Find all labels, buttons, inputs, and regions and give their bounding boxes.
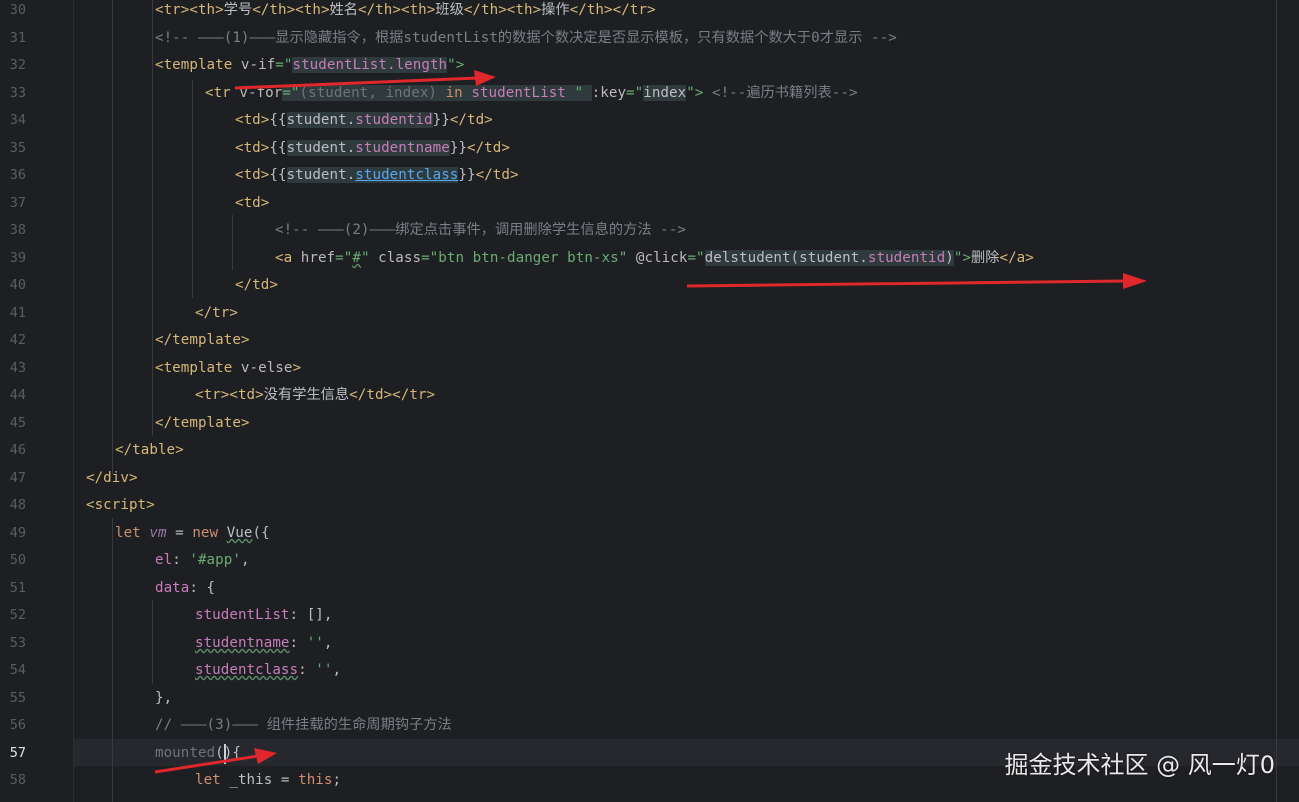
annotation-arrows xyxy=(154,70,1147,774)
code-editor[interactable]: 30 31 32 33 34 35 36 37 38 39 40 41 42 43 44 45 46 47 48 49… xyxy=(0,0,1299,802)
arrow-to-delstudent xyxy=(686,273,1147,289)
arrow-to-length xyxy=(234,70,496,90)
arrow-to-mounted xyxy=(154,748,277,774)
watermark: 掘金技术社区 @ 风一灯0 xyxy=(1004,751,1275,779)
